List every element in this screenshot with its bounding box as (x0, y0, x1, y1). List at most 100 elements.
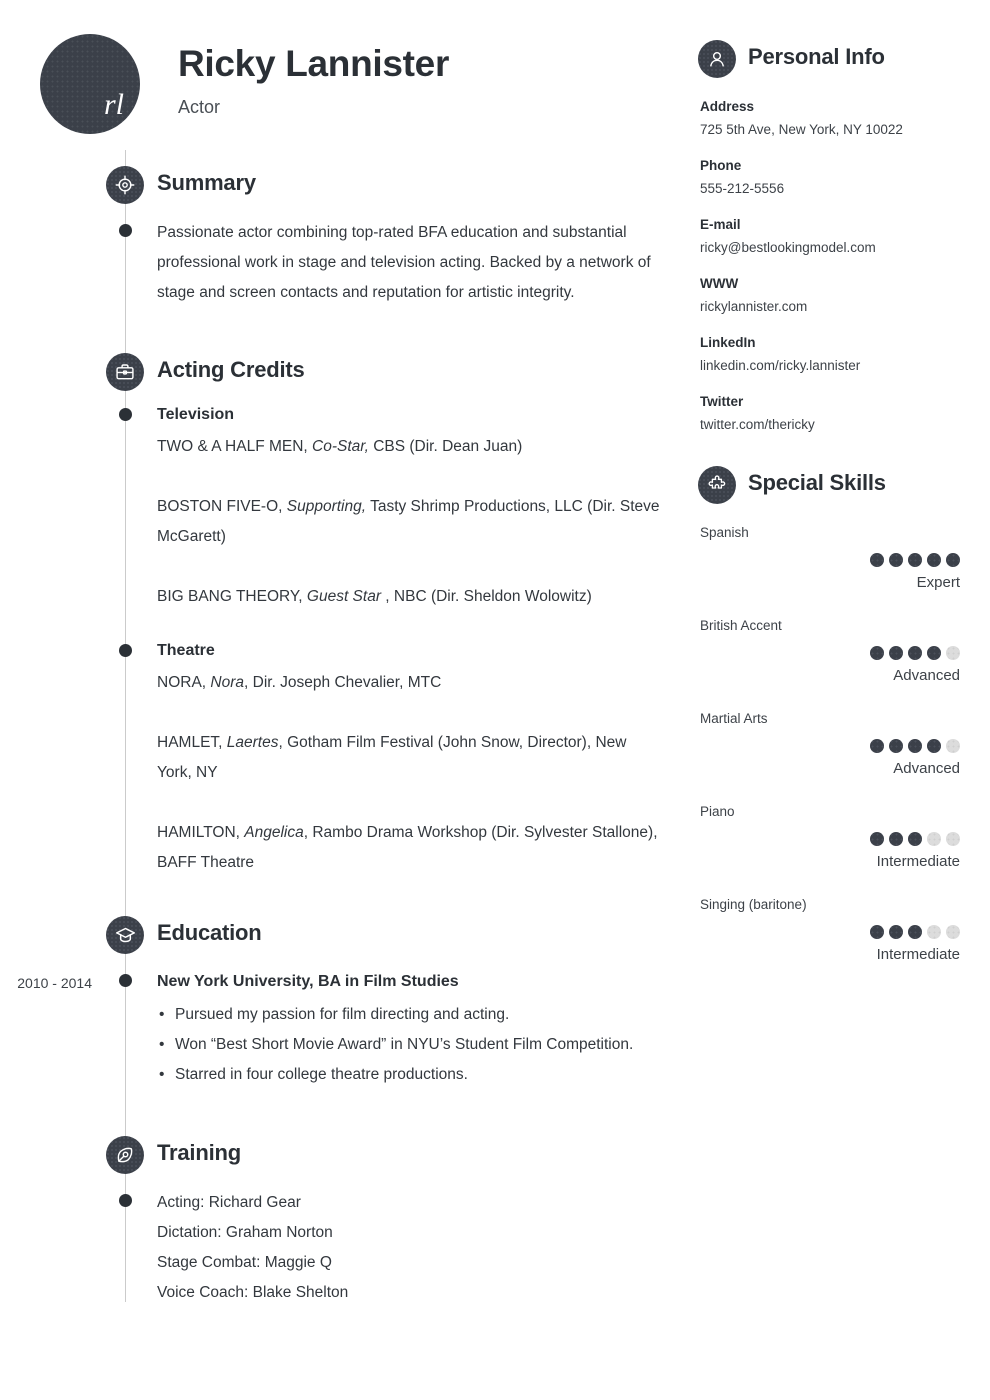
section-header: Special Skills (698, 466, 960, 508)
rating-dot (946, 553, 960, 567)
section-training: Training Acting: Richard Gear Dictation:… (0, 1136, 690, 1308)
puzzle-piece-icon (698, 466, 736, 504)
skill-level: Intermediate (876, 946, 960, 963)
briefcase-icon (106, 353, 144, 391)
rating-dot (908, 553, 922, 567)
section-title: Acting Credits (157, 357, 305, 382)
skill-name: Spanish (700, 525, 749, 540)
credits-group-television: Television TWO & A HALF MEN, Co-Star, CB… (0, 402, 690, 612)
contact-field-linkedin: LinkedIn linkedin.com/ricky.lannister (700, 332, 960, 377)
rating-dot (946, 832, 960, 846)
resume-header: rl Ricky Lannister Actor (40, 34, 449, 134)
rating-dot (908, 925, 922, 939)
credit-item: HAMILTON, Angelica, Rambo Drama Workshop… (157, 818, 660, 878)
section-personal-info: Personal Info Address 725 5th Ave, New Y… (698, 40, 960, 436)
credit-item: TWO & A HALF MEN, Co-Star, CBS (Dir. Dea… (157, 432, 660, 462)
credit-pre: TWO & A HALF MEN, (157, 438, 313, 455)
summary-entry: Passionate actor combining top-rated BFA… (0, 218, 690, 308)
credit-pre: BOSTON FIVE-O, (157, 498, 287, 515)
pen-nib-icon (106, 1136, 144, 1174)
credits-group-theatre: Theatre NORA, Nora, Dir. Joseph Chevalie… (0, 638, 690, 878)
education-school: New York University, BA in Film Studies (157, 973, 459, 990)
skill-item: Martial Arts Advanced (700, 708, 960, 783)
training-line: Voice Coach: Blake Shelton (157, 1284, 349, 1301)
education-date: 2010 - 2014 (17, 975, 92, 991)
credit-post: CBS (Dir. Dean Juan) (368, 438, 523, 455)
left-column: rl Ricky Lannister Actor Summary Passion… (0, 0, 690, 1400)
contact-label: E-mail (700, 217, 741, 232)
rating-dot (870, 832, 884, 846)
timeline-dot (119, 644, 132, 657)
rating-dot (908, 739, 922, 753)
contact-value[interactable]: linkedin.com/ricky.lannister (700, 354, 960, 377)
skill-item: Spanish Expert (700, 522, 960, 597)
education-bullet: Pursued my passion for film directing an… (157, 1000, 660, 1030)
contact-value[interactable]: twitter.com/thericky (700, 413, 960, 436)
rating-dot (889, 832, 903, 846)
credit-item: BOSTON FIVE-O, Supporting, Tasty Shrimp … (157, 492, 660, 552)
skill-level: Advanced (893, 667, 960, 684)
contact-field-www: WWW rickylannister.com (700, 273, 960, 318)
section-header: Education (0, 916, 690, 956)
graduation-cap-icon (106, 916, 144, 954)
contact-label: Twitter (700, 394, 744, 409)
section-title: Special Skills (748, 470, 886, 495)
credit-post: , Dir. Joseph Chevalier, MTC (244, 674, 442, 691)
skill-item: Singing (baritone) Intermediate (700, 894, 960, 969)
right-column: Personal Info Address 725 5th Ave, New Y… (698, 0, 960, 987)
avatar: rl (40, 34, 140, 134)
rating-dot (889, 925, 903, 939)
credits-group-name: Theatre (157, 642, 215, 659)
rating-dot (927, 646, 941, 660)
rating-dot (927, 925, 941, 939)
credit-pre: NORA, (157, 674, 211, 691)
credits-group-name: Television (157, 406, 235, 423)
rating-dot (870, 925, 884, 939)
contact-value[interactable]: rickylannister.com (700, 295, 960, 318)
credit-role: Nora (210, 674, 245, 691)
rating-dot (889, 739, 903, 753)
training-line: Stage Combat: Maggie Q (157, 1254, 332, 1271)
contact-value[interactable]: ricky@bestlookingmodel.com (700, 236, 960, 259)
section-title: Education (157, 920, 262, 945)
skill-name: Piano (700, 804, 735, 819)
header-text: Ricky Lannister Actor (178, 34, 449, 118)
contact-label: WWW (700, 276, 739, 291)
skill-rating-dots (700, 832, 960, 846)
rating-dot (908, 646, 922, 660)
education-bullet: Starred in four college theatre producti… (157, 1060, 660, 1090)
rating-dot (889, 646, 903, 660)
skill-item: Piano Intermediate (700, 801, 960, 876)
skill-name: Singing (baritone) (700, 897, 807, 912)
job-title: Actor (178, 96, 221, 117)
rating-dot (870, 646, 884, 660)
skill-level: Intermediate (876, 853, 960, 870)
section-header: Acting Credits (0, 353, 690, 393)
credit-pre: BIG BANG THEORY, (157, 588, 307, 605)
contact-value: 555-212-5556 (700, 181, 785, 196)
rating-dot (889, 553, 903, 567)
section-header: Personal Info (698, 40, 960, 82)
section-title: Summary (157, 170, 256, 195)
timeline-dot (119, 408, 132, 421)
timeline-dot (119, 974, 132, 987)
contact-field-twitter: Twitter twitter.com/thericky (700, 391, 960, 436)
target-icon (106, 166, 144, 204)
contact-list: Address 725 5th Ave, New York, NY 10022 … (700, 96, 960, 436)
resume-page: rl Ricky Lannister Actor Summary Passion… (0, 0, 990, 1400)
credit-pre: HAMILTON, (157, 824, 245, 841)
credit-role: Angelica (244, 824, 304, 841)
section-acting-credits: Acting Credits Television TWO & A HALF M… (0, 353, 690, 878)
section-education: Education 2010 - 2014 New York Universit… (0, 916, 690, 1090)
section-title: Training (157, 1140, 241, 1165)
person-icon (698, 40, 736, 78)
section-header: Training (0, 1136, 690, 1176)
page-title: Ricky Lannister (178, 43, 450, 84)
credit-role: Guest Star (306, 588, 386, 605)
rating-dot (870, 553, 884, 567)
education-bullet: Won “Best Short Movie Award” in NYU’s St… (157, 1030, 660, 1060)
credit-item: HAMLET, Laertes, Gotham Film Festival (J… (157, 728, 660, 788)
skill-name: Martial Arts (700, 711, 768, 726)
section-summary: Summary Passionate actor combining top-r… (0, 166, 690, 308)
contact-label: Phone (700, 158, 742, 173)
